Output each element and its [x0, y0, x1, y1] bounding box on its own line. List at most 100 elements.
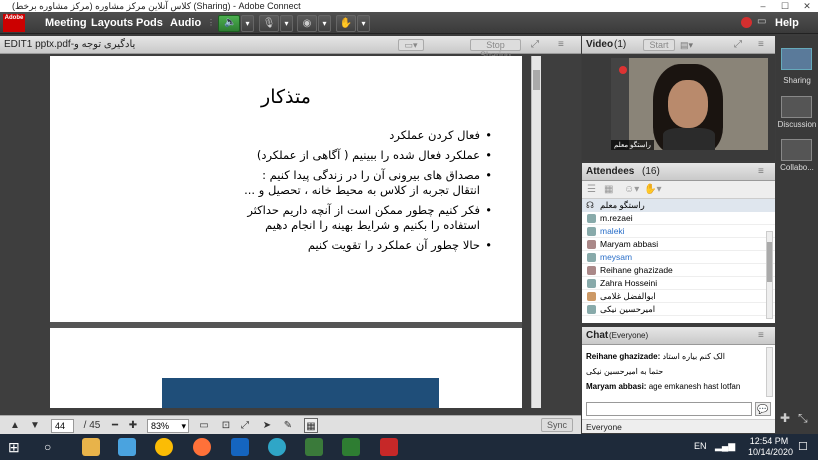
- app-icon[interactable]: [118, 438, 136, 456]
- next-page-icon[interactable]: ▼: [28, 418, 42, 433]
- full-screen-icon[interactable]: ⤢: [238, 418, 252, 433]
- chat-scrollbar[interactable]: [766, 347, 773, 397]
- grid-view-icon[interactable]: ▦: [604, 184, 613, 195]
- share-menu-button[interactable]: ▭▾: [398, 39, 424, 51]
- file-explorer-icon[interactable]: [82, 438, 100, 456]
- app-icon[interactable]: [305, 438, 323, 456]
- chat-input[interactable]: [586, 402, 752, 416]
- layout-sharing-thumb[interactable]: [781, 48, 812, 70]
- participant-face: [668, 80, 708, 128]
- zoom-select[interactable]: 83% ▾: [147, 419, 189, 433]
- user-icon: [587, 240, 596, 249]
- menu-pods[interactable]: Pods: [136, 12, 163, 34]
- attendee-row[interactable]: m.rezaei: [582, 212, 775, 225]
- slide-title: متذکار: [261, 86, 311, 108]
- windows-start-icon[interactable]: ⊞: [8, 438, 26, 456]
- microphone-dropdown[interactable]: ▾: [280, 15, 293, 32]
- user-icon: [587, 253, 596, 262]
- record-icon[interactable]: [741, 17, 752, 28]
- scrollbar-thumb[interactable]: [533, 70, 540, 90]
- layout-collaboration-label[interactable]: Collabo...: [776, 163, 818, 172]
- chrome-icon[interactable]: [155, 438, 173, 456]
- clock-time[interactable]: 12:54 PM: [748, 436, 790, 446]
- slide-scrollbar[interactable]: [531, 56, 541, 408]
- pod-options-icon[interactable]: ≡: [758, 163, 764, 181]
- annotation-toggle-icon[interactable]: ▦: [304, 418, 318, 433]
- input-language[interactable]: EN: [694, 441, 707, 451]
- speaker-dropdown[interactable]: ▾: [241, 15, 254, 32]
- attendee-host-row[interactable]: ☊ راستگو معلم: [582, 199, 775, 212]
- menu-help[interactable]: Help: [775, 12, 799, 34]
- attendee-scrollbar[interactable]: [766, 231, 773, 319]
- video-pod-title: Video: [586, 39, 614, 50]
- send-message-button[interactable]: 💬: [755, 402, 771, 416]
- user-options-icon[interactable]: ☺▾: [624, 184, 639, 195]
- windows-taskbar: ⊞ ○ EN ▂▄▆ 12:54 PM 10/14/2020 ☐: [0, 434, 818, 460]
- page-separator: [50, 322, 522, 328]
- pointer-tool-icon[interactable]: ➤: [260, 418, 274, 433]
- webcam-dropdown[interactable]: ▾: [318, 15, 331, 32]
- adobe-logo-text: Adobe: [4, 15, 24, 21]
- video-settings-icon[interactable]: ▤▾: [680, 36, 693, 54]
- previous-page-icon[interactable]: ▲: [8, 418, 22, 433]
- attendee-row[interactable]: meysam: [582, 251, 775, 264]
- chat-messages: Reihane ghazizade: الک کنم بیاره استاد ح…: [582, 345, 775, 398]
- stop-sharing-button[interactable]: Stop Sharing: [470, 39, 521, 60]
- layout-discussion-thumb[interactable]: [781, 96, 812, 118]
- edge-icon[interactable]: [268, 438, 286, 456]
- attendee-row[interactable]: ابوالفضل غلامی: [582, 290, 775, 303]
- attendee-row[interactable]: Maryam abbasi: [582, 238, 775, 251]
- layout-sharing-label[interactable]: Sharing: [776, 76, 818, 85]
- layout-collaboration-thumb[interactable]: [781, 139, 812, 161]
- zoom-out-icon[interactable]: ━: [108, 418, 122, 433]
- fullscreen-icon[interactable]: ⤢: [531, 36, 539, 54]
- sync-button[interactable]: Sync: [541, 418, 573, 432]
- notifications-icon[interactable]: ☐: [798, 440, 808, 453]
- start-video-button[interactable]: Start: [643, 39, 675, 51]
- collapse-layouts-icon[interactable]: ⤡: [798, 411, 808, 426]
- status-button[interactable]: ✋: [336, 15, 356, 32]
- webcam-button[interactable]: ◉: [297, 15, 317, 32]
- status-dropdown[interactable]: ▾: [357, 15, 370, 32]
- add-layout-icon[interactable]: ✚: [780, 411, 790, 425]
- pod-options-icon[interactable]: ≡: [758, 36, 764, 54]
- fullscreen-icon[interactable]: ⤢: [734, 36, 742, 54]
- fit-page-icon[interactable]: ⊡: [219, 418, 233, 433]
- adobe-connect-taskbar-icon[interactable]: [342, 438, 360, 456]
- next-slide-banner: [162, 378, 439, 408]
- menu-meeting[interactable]: Meeting: [45, 12, 87, 34]
- attendee-row[interactable]: Zahra Hosseini: [582, 277, 775, 290]
- firefox-icon[interactable]: [193, 438, 211, 456]
- raise-hand-icon[interactable]: ✋▾: [644, 184, 661, 195]
- clock-date[interactable]: 10/14/2020: [748, 447, 793, 457]
- microphone-button[interactable]: 🎙: [259, 15, 279, 32]
- stage-controls-icon[interactable]: ▭: [757, 16, 766, 27]
- attendee-row[interactable]: امیرحسین نیکی: [582, 303, 775, 316]
- user-icon: [587, 305, 596, 314]
- page-number-input[interactable]: 44: [51, 419, 74, 433]
- attendee-row[interactable]: Reihane ghazizade: [582, 264, 775, 277]
- menu-layouts[interactable]: Layouts: [91, 12, 133, 34]
- layouts-bar: Sharing Discussion Collabo... ✚ ⤡: [776, 36, 818, 434]
- user-icon: [587, 266, 596, 275]
- list-view-icon[interactable]: ☰: [587, 184, 596, 195]
- draw-tool-icon[interactable]: ✎: [281, 418, 295, 433]
- app-icon[interactable]: [380, 438, 398, 456]
- attendee-row[interactable]: maleki: [582, 225, 775, 238]
- webcam-video-feed[interactable]: راستگو معلم: [611, 58, 768, 150]
- pod-options-icon[interactable]: ≡: [758, 327, 764, 345]
- teamviewer-icon[interactable]: [231, 438, 249, 456]
- search-icon[interactable]: ○: [44, 438, 62, 456]
- pod-options-icon[interactable]: ≡: [558, 36, 564, 54]
- zoom-in-icon[interactable]: ✚: [126, 418, 140, 433]
- speaker-button[interactable]: 🔈: [218, 15, 240, 32]
- scrollbar-thumb[interactable]: [767, 242, 772, 282]
- chat-recipient-tab[interactable]: Everyone: [582, 419, 775, 433]
- minimize-icon[interactable]: –: [752, 0, 774, 12]
- layout-discussion-label[interactable]: Discussion: [776, 120, 818, 129]
- menu-audio[interactable]: Audio: [170, 12, 201, 34]
- maximize-icon[interactable]: ☐: [774, 0, 796, 12]
- close-icon[interactable]: ✕: [796, 0, 818, 12]
- network-icon[interactable]: ▂▄▆: [715, 441, 735, 452]
- fit-width-icon[interactable]: ▭: [197, 418, 211, 433]
